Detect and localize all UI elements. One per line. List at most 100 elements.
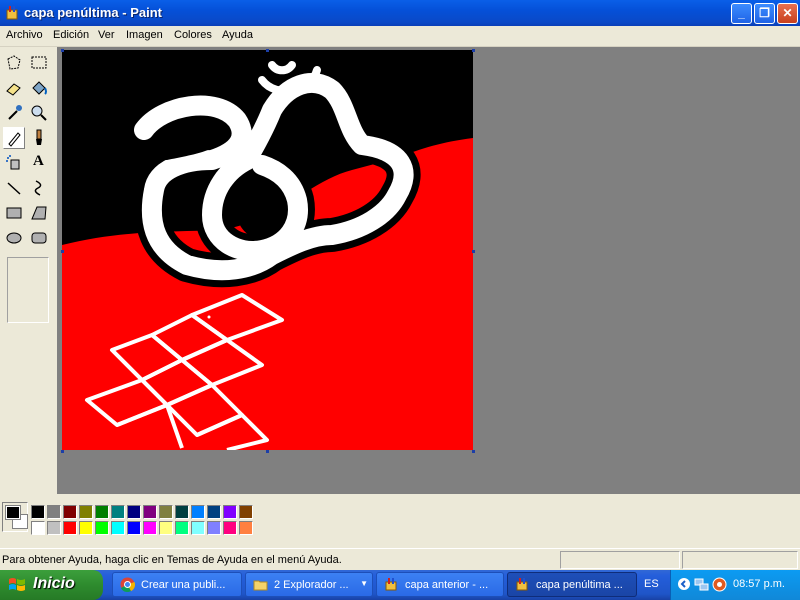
palette-swatch[interactable] bbox=[223, 521, 237, 535]
palette-swatch[interactable] bbox=[127, 505, 141, 519]
status-pane-coordinates bbox=[560, 551, 680, 569]
palette-swatch[interactable] bbox=[239, 521, 253, 535]
text-tool-glyph: A bbox=[33, 153, 44, 169]
menu-ayuda[interactable]: Ayuda bbox=[222, 29, 253, 41]
free-form-select-icon[interactable] bbox=[3, 52, 25, 74]
menu-ver[interactable]: Ver bbox=[98, 29, 115, 41]
resize-handle[interactable] bbox=[472, 250, 475, 253]
palette-swatch[interactable] bbox=[207, 505, 221, 519]
task-explorer[interactable]: 2 Explorador ... ▼ bbox=[245, 572, 373, 597]
palette-swatch[interactable] bbox=[63, 505, 77, 519]
palette-swatch[interactable] bbox=[191, 505, 205, 519]
task-label: capa anterior - ... bbox=[405, 579, 489, 591]
foreground-color-swatch bbox=[5, 505, 21, 520]
palette-swatch[interactable] bbox=[159, 505, 173, 519]
task-label: 2 Explorador ... bbox=[274, 579, 349, 591]
ellipse-icon[interactable] bbox=[3, 227, 25, 249]
windows-flag-icon bbox=[9, 578, 25, 591]
task-paint-anterior[interactable]: capa anterior - ... bbox=[376, 572, 504, 597]
system-tray: 08:57 p.m. bbox=[670, 570, 800, 600]
language-indicator[interactable]: ES bbox=[644, 578, 659, 590]
resize-handle[interactable] bbox=[61, 250, 64, 253]
color-palette bbox=[0, 494, 800, 540]
task-label: Crear una publi... bbox=[141, 579, 226, 591]
folder-icon bbox=[253, 580, 268, 591]
fill-icon[interactable] bbox=[28, 77, 50, 99]
palette-swatch[interactable] bbox=[207, 521, 221, 535]
palette-swatch[interactable] bbox=[175, 521, 189, 535]
status-pane-size bbox=[682, 551, 798, 569]
curve-icon[interactable] bbox=[28, 177, 50, 199]
palette-swatch[interactable] bbox=[95, 521, 109, 535]
palette-swatch[interactable] bbox=[79, 505, 93, 519]
task-paint-penultima[interactable]: capa penúltima ... bbox=[507, 572, 637, 597]
task-label: capa penúltima ... bbox=[536, 579, 623, 591]
palette-swatch[interactable] bbox=[111, 505, 125, 519]
palette-swatch[interactable] bbox=[31, 505, 45, 519]
brush-icon[interactable] bbox=[28, 127, 50, 149]
menu-edicion[interactable]: Edición bbox=[53, 29, 89, 41]
resize-handle[interactable] bbox=[61, 49, 64, 52]
palette-swatch[interactable] bbox=[191, 521, 205, 535]
tool-options-box[interactable] bbox=[7, 257, 49, 323]
menu-archivo[interactable]: Archivo bbox=[6, 29, 43, 41]
eraser-icon[interactable] bbox=[3, 77, 25, 99]
pencil-icon[interactable] bbox=[3, 127, 25, 149]
pick-color-icon[interactable] bbox=[3, 102, 25, 124]
close-button[interactable]: ✕ bbox=[777, 3, 798, 24]
palette-swatch[interactable] bbox=[127, 521, 141, 535]
chevron-down-icon: ▼ bbox=[360, 579, 368, 588]
title-bar[interactable]: capa penúltima - Paint _ ❐ ✕ bbox=[0, 0, 800, 26]
drawing-canvas[interactable] bbox=[62, 50, 473, 450]
palette-swatch[interactable] bbox=[47, 521, 61, 535]
resize-handle[interactable] bbox=[266, 450, 269, 453]
menu-colores[interactable]: Colores bbox=[174, 29, 212, 41]
taskbar: Inicio Crear una publi... 2 Explorador .… bbox=[0, 570, 800, 600]
palette-swatch[interactable] bbox=[111, 521, 125, 535]
text-icon[interactable]: A bbox=[28, 152, 50, 174]
magnifier-icon[interactable] bbox=[28, 102, 50, 124]
line-icon[interactable] bbox=[3, 177, 25, 199]
resize-handle[interactable] bbox=[472, 49, 475, 52]
palette-swatch[interactable] bbox=[143, 505, 157, 519]
palette-swatch[interactable] bbox=[31, 521, 45, 535]
workspace bbox=[57, 47, 800, 494]
paint-icon bbox=[385, 578, 397, 591]
security-icon[interactable] bbox=[712, 577, 727, 592]
palette-swatch[interactable] bbox=[79, 521, 93, 535]
toolbox: A bbox=[0, 47, 57, 494]
start-label: Inicio bbox=[33, 575, 75, 592]
tray-collapse-icon[interactable] bbox=[677, 577, 691, 591]
clock[interactable]: 08:57 p.m. bbox=[733, 578, 785, 590]
minimize-button[interactable]: _ bbox=[731, 3, 752, 24]
status-help-text: Para obtener Ayuda, haga clic en Temas d… bbox=[2, 554, 342, 566]
menu-imagen[interactable]: Imagen bbox=[126, 29, 163, 41]
resize-handle[interactable] bbox=[61, 450, 64, 453]
resize-handle[interactable] bbox=[472, 450, 475, 453]
paint-app-icon bbox=[6, 6, 18, 20]
maximize-button[interactable]: ❐ bbox=[754, 3, 775, 24]
polygon-icon[interactable] bbox=[28, 202, 50, 224]
select-icon[interactable] bbox=[28, 52, 50, 74]
palette-swatch[interactable] bbox=[63, 521, 77, 535]
window-title: capa penúltima - Paint bbox=[24, 5, 162, 20]
palette-swatch[interactable] bbox=[47, 505, 61, 519]
paint-icon bbox=[516, 578, 528, 591]
palette-swatch[interactable] bbox=[175, 505, 189, 519]
palette-swatch[interactable] bbox=[143, 521, 157, 535]
status-bar: Para obtener Ayuda, haga clic en Temas d… bbox=[0, 548, 800, 571]
menu-bar: Archivo Edición Ver Imagen Colores Ayuda bbox=[0, 26, 800, 47]
current-colors bbox=[2, 502, 28, 532]
palette-swatch[interactable] bbox=[159, 521, 173, 535]
network-icon[interactable] bbox=[694, 577, 709, 592]
palette-swatch[interactable] bbox=[95, 505, 109, 519]
task-chrome[interactable]: Crear una publi... bbox=[112, 572, 242, 597]
rectangle-icon[interactable] bbox=[3, 202, 25, 224]
resize-handle[interactable] bbox=[266, 49, 269, 52]
start-button[interactable]: Inicio bbox=[0, 570, 103, 600]
airbrush-icon[interactable] bbox=[3, 152, 25, 174]
palette-swatch[interactable] bbox=[239, 505, 253, 519]
rounded-rectangle-icon[interactable] bbox=[28, 227, 50, 249]
chrome-icon bbox=[120, 577, 135, 592]
palette-swatch[interactable] bbox=[223, 505, 237, 519]
